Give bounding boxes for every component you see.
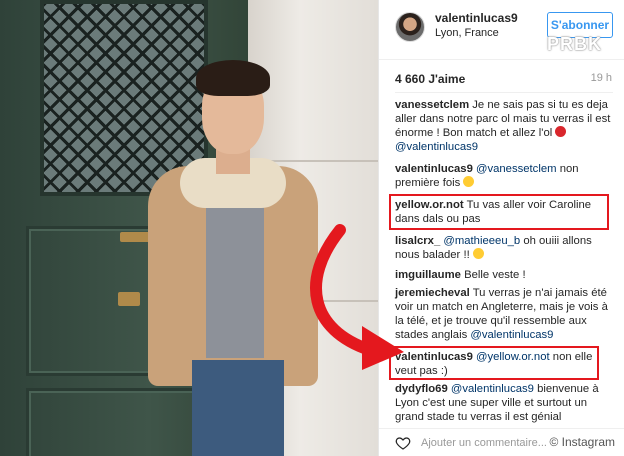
comment-mention[interactable]: @valentinlucas9 (451, 383, 534, 395)
comment-text: Belle veste ! (464, 269, 526, 281)
highlight-box (389, 346, 599, 380)
highlight-box (389, 194, 609, 230)
post-location[interactable]: Lyon, France (435, 27, 499, 39)
comment: dydyflo69 @valentinlucas9 bienvenue à Ly… (395, 382, 613, 424)
comment: valentinlucas9 @vanessetclem non premièr… (395, 162, 613, 190)
comment-mention[interactable]: @mathieeeu_b (443, 235, 520, 247)
comment-username[interactable]: valentinlucas9 (395, 163, 473, 175)
jeans (192, 360, 284, 456)
post-header: valentinlucas9 Lyon, France S'abonner PR… (379, 0, 624, 60)
comment: jeremiecheval Tu verras je n'ai jamais é… (395, 286, 613, 342)
author-username[interactable]: valentinlucas9 (435, 11, 518, 25)
laughing-emoji (472, 248, 484, 259)
heart-icon[interactable] (395, 435, 411, 451)
post-panel: valentinlucas9 Lyon, France S'abonner PR… (378, 0, 624, 456)
shirt (206, 188, 264, 358)
comment-mention[interactable]: @vanessetclem (476, 163, 557, 175)
person (130, 60, 350, 456)
divider (395, 92, 613, 93)
watermark-logo: PRBK (547, 34, 603, 54)
comment-mention[interactable]: @valentinlucas9 (395, 141, 478, 153)
comment-username[interactable]: lisalcrx_ (395, 235, 440, 247)
comment-username[interactable]: vanessetclem (395, 99, 469, 111)
add-comment-input[interactable]: Ajouter un commentaire... (421, 437, 547, 449)
red-circle-emoji (555, 126, 567, 137)
comment: imguillaume Belle veste ! (395, 268, 613, 282)
comment-username[interactable]: jeremiecheval (395, 287, 470, 299)
post-photo (0, 0, 378, 456)
avatar[interactable] (395, 12, 425, 42)
comment-username[interactable]: imguillaume (395, 269, 461, 281)
comment-mention[interactable]: @valentinlucas9 (470, 329, 553, 341)
heart-eyes-emoji (463, 176, 475, 187)
comment: vanessetclem Je ne sais pas si tu es dej… (395, 98, 613, 154)
comment-username[interactable]: dydyflo69 (395, 383, 448, 395)
likes-count[interactable]: 4 660 J'aime (395, 72, 465, 86)
comment: lisalcrx_ @mathieeeu_b oh ouiii allons n… (395, 234, 613, 262)
source-credit: © Instagram (547, 435, 617, 449)
hair (196, 60, 270, 96)
comment-bar: Ajouter un commentaire... © Instagram (379, 428, 624, 456)
post-time[interactable]: 19 h (591, 72, 612, 84)
